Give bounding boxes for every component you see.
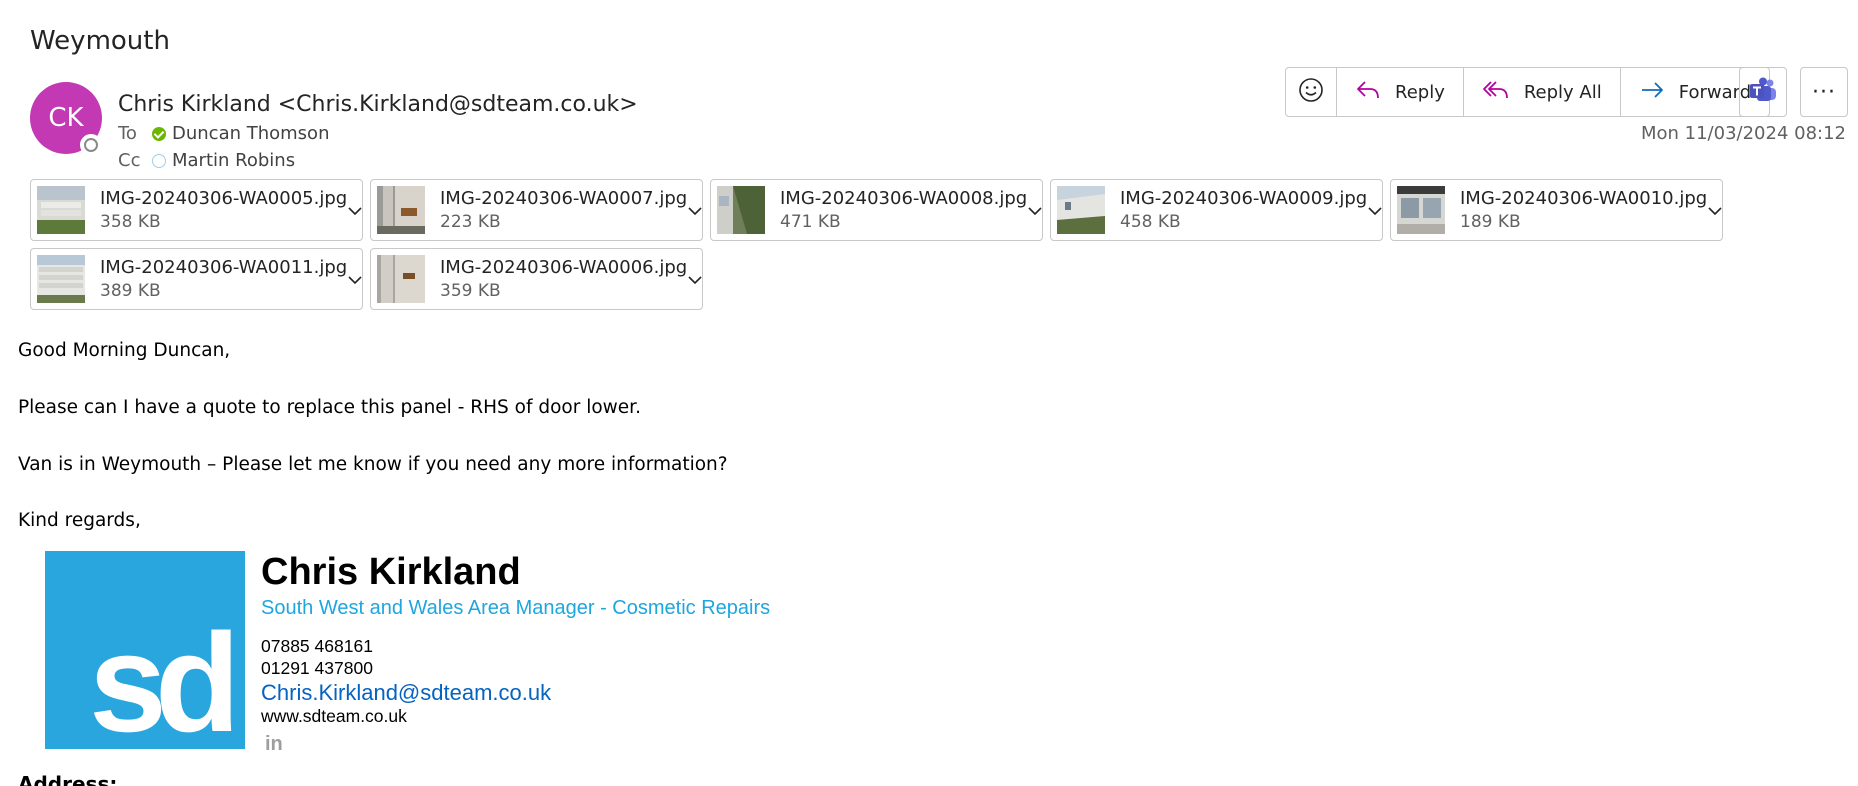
forward-icon — [1639, 78, 1679, 107]
body-greeting: Good Morning Duncan, — [18, 340, 231, 361]
signature-website-link[interactable]: www.sdteam.co.uk — [261, 706, 407, 727]
attachment-item[interactable]: IMG-20240306-WA0011.jpg 389 KB — [30, 248, 363, 310]
attachment-name: IMG-20240306-WA0007.jpg — [440, 188, 688, 209]
linkedin-icon[interactable]: in — [265, 733, 283, 756]
presence-offline-icon — [80, 134, 102, 156]
body-closing: Kind regards, — [18, 510, 141, 531]
chevron-down-icon — [1028, 201, 1042, 220]
attachment-menu-button[interactable] — [1707, 201, 1722, 220]
attachment-item[interactable]: IMG-20240306-WA0006.jpg 359 KB — [370, 248, 703, 310]
sender-name[interactable]: Chris Kirkland <Chris.Kirkland@sdteam.co… — [118, 92, 638, 117]
attachment-size: 223 KB — [440, 212, 501, 232]
chevron-down-icon — [688, 201, 702, 220]
to-recipient[interactable]: Duncan Thomson — [172, 123, 329, 144]
message-actions-toolbar: Reply Reply All Forward — [1285, 67, 1771, 117]
company-logo: sd — [45, 551, 245, 749]
reply-all-label: Reply All — [1523, 81, 1602, 103]
signature-email-link[interactable]: Chris.Kirkland@sdteam.co.uk — [261, 680, 551, 706]
attachment-menu-button[interactable] — [687, 201, 702, 220]
teams-icon — [1748, 76, 1778, 108]
body-paragraph: Van is in Weymouth – Please let me know … — [18, 454, 728, 475]
reply-button[interactable]: Reply — [1337, 68, 1464, 116]
attachment-menu-button[interactable] — [687, 270, 702, 289]
attachment-size: 358 KB — [100, 212, 161, 232]
image-thumbnail — [37, 186, 85, 234]
image-thumbnail — [1057, 186, 1105, 234]
image-thumbnail — [37, 255, 85, 303]
received-timestamp: Mon 11/03/2024 08:12 — [1640, 123, 1846, 144]
image-thumbnail — [1397, 186, 1445, 234]
attachment-size: 389 KB — [100, 281, 161, 301]
cc-recipient[interactable]: Martin Robins — [172, 150, 295, 171]
attachment-item[interactable]: IMG-20240306-WA0005.jpg 358 KB — [30, 179, 363, 241]
reply-all-icon — [1482, 78, 1524, 107]
chevron-down-icon — [348, 270, 362, 289]
body-paragraph: Please can I have a quote to replace thi… — [18, 397, 641, 418]
attachment-name: IMG-20240306-WA0009.jpg — [1120, 188, 1368, 209]
attachment-name: IMG-20240306-WA0011.jpg — [100, 257, 348, 278]
attachment-name: IMG-20240306-WA0006.jpg — [440, 257, 688, 278]
image-thumbnail — [717, 186, 765, 234]
attachment-item[interactable]: IMG-20240306-WA0010.jpg 189 KB — [1390, 179, 1723, 241]
attachment-size: 359 KB — [440, 281, 501, 301]
cc-label: Cc — [118, 150, 141, 171]
attachment-size: 458 KB — [1120, 212, 1181, 232]
image-thumbnail — [377, 255, 425, 303]
chevron-down-icon — [688, 270, 702, 289]
logo-text: sd — [89, 604, 232, 749]
attachment-menu-button[interactable] — [1027, 201, 1042, 220]
react-button[interactable] — [1286, 68, 1337, 116]
signature-phone-office: 01291 437800 — [261, 658, 373, 678]
chevron-down-icon — [1368, 201, 1382, 220]
attachment-size: 189 KB — [1460, 212, 1521, 232]
signature-name: Chris Kirkland — [261, 551, 521, 593]
reply-all-button[interactable]: Reply All — [1464, 68, 1621, 116]
chevron-down-icon — [348, 201, 362, 220]
attachment-name: IMG-20240306-WA0010.jpg — [1460, 188, 1708, 209]
to-row: To Duncan Thomson — [118, 123, 329, 144]
reply-icon — [1355, 78, 1395, 107]
email-subject: Weymouth — [30, 26, 170, 56]
attachment-name: IMG-20240306-WA0005.jpg — [100, 188, 348, 209]
more-actions-button[interactable]: ··· — [1800, 67, 1848, 117]
attachment-size: 471 KB — [780, 212, 841, 232]
signature-title: South West and Wales Area Manager - Cosm… — [261, 597, 771, 619]
cc-row: Cc Martin Robins — [118, 150, 295, 171]
to-label: To — [118, 123, 137, 144]
attachment-name: IMG-20240306-WA0008.jpg — [780, 188, 1028, 209]
image-thumbnail — [377, 186, 425, 234]
attachment-menu-button[interactable] — [347, 270, 362, 289]
signature-phone-mobile: 07885 468161 — [261, 636, 373, 656]
attachment-item[interactable]: IMG-20240306-WA0008.jpg 471 KB — [710, 179, 1043, 241]
presence-available-icon — [152, 126, 166, 141]
chevron-down-icon — [1708, 201, 1722, 220]
emoji-icon — [1298, 77, 1324, 108]
reply-label: Reply — [1395, 81, 1445, 103]
attachment-item[interactable]: IMG-20240306-WA0007.jpg 223 KB — [370, 179, 703, 241]
attachment-menu-button[interactable] — [347, 201, 362, 220]
signature-address-label: Address: — [18, 772, 118, 786]
attachment-item[interactable]: IMG-20240306-WA0009.jpg 458 KB — [1050, 179, 1383, 241]
attachment-menu-button[interactable] — [1367, 201, 1382, 220]
presence-offline-icon — [152, 153, 166, 168]
teams-chat-button[interactable] — [1739, 67, 1787, 117]
